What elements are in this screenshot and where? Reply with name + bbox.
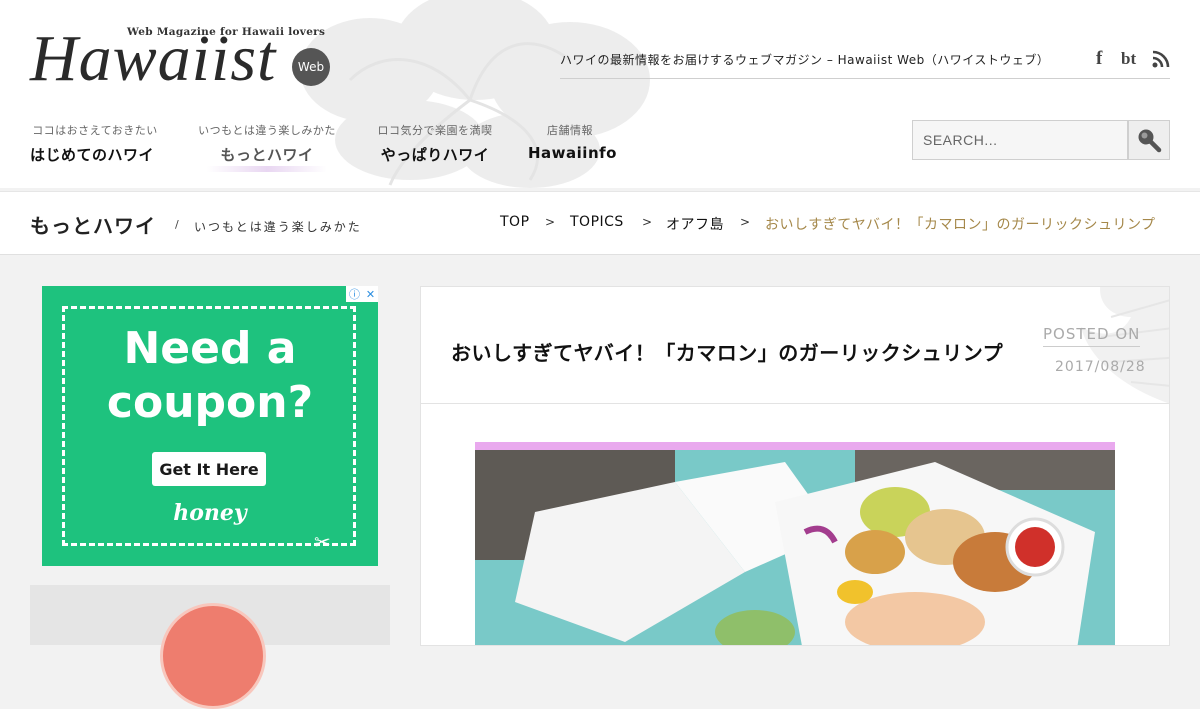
- search-button[interactable]: [1128, 120, 1170, 160]
- search-icon: [1138, 129, 1162, 153]
- breadcrumb-top[interactable]: TOP: [500, 214, 530, 230]
- breadcrumb-separator: >: [642, 215, 653, 229]
- sidebar-ad[interactable]: Need a coupon? Get It Here honey ✂ ⓘ ✕: [42, 286, 378, 566]
- ad-brand-logo: honey: [173, 500, 247, 526]
- nav-sub-label: ロコ気分で楽園を満喫: [377, 124, 493, 137]
- breadcrumb-topics[interactable]: TOPICS: [570, 214, 624, 230]
- breadcrumb-current: おいしすぎてヤバイ！「カマロン」のガーリックシュリンプ: [765, 217, 1156, 233]
- nav-item-yappari[interactable]: ロコ気分で楽園を満喫 やっぱりハワイ: [374, 122, 496, 165]
- facebook-icon[interactable]: f: [1096, 48, 1102, 70]
- article-header: おいしすぎてヤバイ！「カマロン」のガーリックシュリンプ POSTED ON 20…: [421, 287, 1169, 404]
- site-header: Web Magazine for Hawaii lovers Hawaiist …: [0, 0, 1200, 188]
- scissors-icon: ✂: [314, 530, 331, 554]
- nav-label: Hawaiinfo: [528, 144, 617, 162]
- ad-headline-line2: coupon?: [106, 377, 314, 428]
- posted-on-label: POSTED ON: [1043, 325, 1141, 347]
- rss-icon[interactable]: [1152, 50, 1170, 72]
- nav-label: もっとハワイ: [220, 146, 314, 164]
- nav-sub-label: いつもとは違う楽しみかた: [198, 124, 336, 137]
- nav-sub-label: 店舗情報: [547, 124, 593, 137]
- section-separator: /: [175, 218, 179, 231]
- logo-web-badge: Web: [292, 48, 330, 86]
- ad-headline: Need a coupon?: [42, 322, 378, 430]
- nav-item-hajimete[interactable]: ココはおさえておきたい はじめてのハワイ: [30, 122, 160, 165]
- ad-close-icon[interactable]: ✕: [366, 288, 375, 301]
- posted-date: 2017/08/28: [1055, 359, 1146, 375]
- ad-info-icon[interactable]: ⓘ: [349, 286, 360, 302]
- breadcrumb-bar: もっとハワイ / いつもとは違う楽しみかた TOP > TOPICS > オアフ…: [0, 191, 1200, 255]
- section-title: もっとハワイ: [30, 214, 156, 238]
- nav-item-motto[interactable]: いつもとは違う楽しみかた もっとハワイ: [196, 122, 338, 165]
- bt-icon[interactable]: bt: [1121, 49, 1136, 69]
- logo-wordmark: Hawaiist: [30, 22, 277, 95]
- breadcrumb-separator: >: [545, 215, 556, 229]
- ad-headline-line1: Need a: [123, 323, 297, 374]
- ad-choices[interactable]: ⓘ ✕: [346, 286, 378, 302]
- search-input[interactable]: [912, 120, 1128, 160]
- article-hero-image: [475, 442, 1115, 645]
- section-subtitle: いつもとは違う楽しみかた: [194, 220, 362, 234]
- nav-sub-label: ココはおさえておきたい: [32, 124, 158, 137]
- sidebar-banner[interactable]: [30, 585, 390, 709]
- food-photo: [475, 442, 1115, 645]
- site-description: ハワイの最新情報をお届けするウェブマガジン – Hawaiist Web（ハワイ…: [560, 53, 1050, 67]
- breadcrumb-separator: >: [740, 215, 751, 229]
- active-nav-highlight: [207, 166, 327, 172]
- nav-label: はじめてのハワイ: [30, 146, 155, 164]
- banner-badge: [160, 603, 266, 709]
- nav-item-hawaiinfo[interactable]: 店舗情報 Hawaiinfo: [528, 122, 617, 162]
- article-card: おいしすぎてヤバイ！「カマロン」のガーリックシュリンプ POSTED ON 20…: [420, 286, 1170, 646]
- nav-label: やっぱりハワイ: [380, 146, 490, 164]
- article-title: おいしすぎてヤバイ！「カマロン」のガーリックシュリンプ: [451, 341, 1004, 365]
- header-divider: [560, 78, 1170, 79]
- ad-cta-button[interactable]: Get It Here: [152, 452, 266, 486]
- breadcrumb-oahu[interactable]: オアフ島: [666, 214, 724, 234]
